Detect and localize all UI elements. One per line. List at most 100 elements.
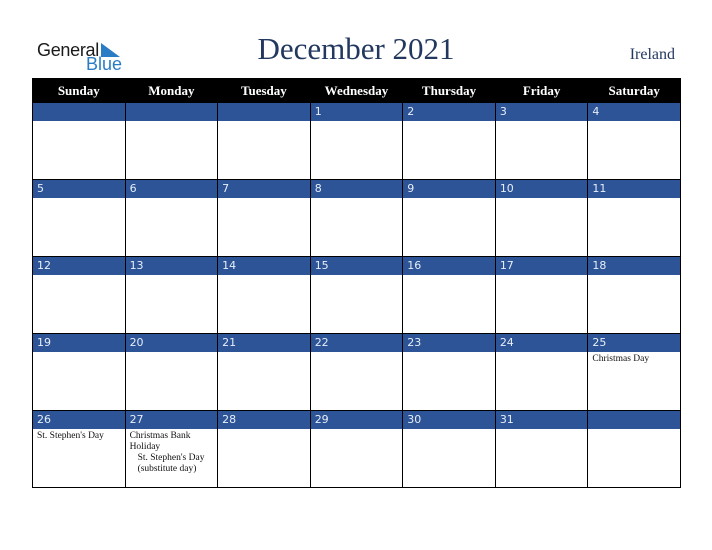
day-cell[interactable]: 18 bbox=[587, 256, 681, 334]
day-cell[interactable]: 25 Christmas Day bbox=[587, 333, 681, 411]
holiday-label bbox=[126, 121, 218, 123]
day-cell[interactable] bbox=[32, 102, 126, 180]
week-row: 26 St. Stephen's Day 27 Christmas Bank Holi… bbox=[32, 410, 681, 488]
day-cell[interactable]: 5 bbox=[32, 179, 126, 257]
day-number: 8 bbox=[310, 180, 403, 198]
weekday-header: Tuesday bbox=[217, 78, 311, 103]
week-row: 19 20 21 22 23 24 25 Christmas Day bbox=[32, 333, 681, 411]
day-cell[interactable]: 10 bbox=[494, 179, 589, 257]
holiday-label: Christmas Day bbox=[588, 352, 680, 365]
weekday-header: Wednesday bbox=[309, 78, 404, 103]
day-number: 31 bbox=[495, 411, 588, 429]
day-number: 7 bbox=[218, 180, 310, 198]
day-cell[interactable]: 20 bbox=[124, 333, 219, 411]
day-number: 20 bbox=[125, 334, 218, 352]
holiday-label bbox=[218, 352, 310, 354]
day-cell[interactable]: 4 bbox=[587, 102, 681, 180]
holiday-label bbox=[403, 275, 495, 277]
day-number: 29 bbox=[310, 411, 403, 429]
holiday-label bbox=[403, 429, 495, 431]
day-cell[interactable]: 30 bbox=[402, 410, 496, 488]
day-cell[interactable]: 15 bbox=[309, 256, 404, 334]
day-cell[interactable]: 17 bbox=[494, 256, 589, 334]
holiday-label bbox=[403, 121, 495, 123]
holiday-label bbox=[33, 352, 125, 354]
holiday-label bbox=[588, 275, 680, 277]
holiday-label bbox=[311, 198, 403, 200]
day-number: 5 bbox=[33, 180, 125, 198]
day-cell[interactable] bbox=[124, 102, 219, 180]
day-number: 4 bbox=[588, 103, 680, 121]
week-row: 1234 bbox=[32, 102, 681, 180]
day-cell[interactable]: 13 bbox=[124, 256, 219, 334]
day-number: 6 bbox=[125, 180, 218, 198]
holiday-label bbox=[33, 275, 125, 277]
calendar-title: December 2021 bbox=[257, 31, 455, 66]
day-number bbox=[218, 103, 310, 121]
day-cell[interactable]: 3 bbox=[494, 102, 589, 180]
day-cell[interactable]: 8 bbox=[309, 179, 404, 257]
holiday-label bbox=[588, 121, 680, 123]
day-cell[interactable]: 23 bbox=[402, 333, 496, 411]
holiday-label bbox=[126, 352, 218, 354]
day-number bbox=[125, 103, 218, 121]
day-cell[interactable]: 11 bbox=[587, 179, 681, 257]
day-cell[interactable]: 19 bbox=[32, 333, 126, 411]
holiday-label bbox=[496, 198, 588, 200]
day-number: 15 bbox=[310, 257, 403, 275]
day-cell[interactable]: 12 bbox=[32, 256, 126, 334]
holiday-label bbox=[33, 198, 125, 200]
day-cell[interactable]: 28 bbox=[217, 410, 311, 488]
holiday-label bbox=[496, 121, 588, 123]
holiday-label bbox=[588, 198, 680, 200]
holiday-name: St. Stephen's Day bbox=[37, 431, 104, 441]
day-cell[interactable]: 14 bbox=[217, 256, 311, 334]
holiday-label bbox=[496, 275, 588, 277]
day-number: 18 bbox=[588, 257, 680, 275]
holiday-label bbox=[218, 121, 310, 123]
day-cell[interactable] bbox=[217, 102, 311, 180]
week-row: 12 13 14 15 16 17 18 bbox=[32, 256, 681, 334]
day-number: 3 bbox=[495, 103, 588, 121]
day-cell[interactable]: 6 bbox=[124, 179, 219, 257]
day-number: 14 bbox=[218, 257, 310, 275]
holiday-label bbox=[33, 121, 125, 123]
day-cell[interactable]: 7 bbox=[217, 179, 311, 257]
holiday-label bbox=[496, 352, 588, 354]
calendar-grid: Sunday Monday Tuesday Wednesday Thursday… bbox=[32, 78, 681, 488]
day-cell[interactable] bbox=[587, 410, 681, 488]
holiday-label bbox=[588, 429, 680, 431]
day-cell[interactable]: 29 bbox=[309, 410, 404, 488]
day-number: 21 bbox=[218, 334, 310, 352]
holiday-label bbox=[126, 198, 218, 200]
country-label: Ireland bbox=[629, 46, 675, 63]
weekday-header: Friday bbox=[494, 78, 589, 103]
day-cell[interactable]: 21 bbox=[217, 333, 311, 411]
holiday-label bbox=[496, 429, 588, 431]
day-cell[interactable]: 2 bbox=[402, 102, 496, 180]
day-number: 2 bbox=[403, 103, 495, 121]
day-cell[interactable]: 24 bbox=[494, 333, 589, 411]
day-cell[interactable]: 22 bbox=[309, 333, 404, 411]
holiday-name-secondary: St. Stephen's Day (substitute day) bbox=[137, 453, 205, 474]
day-number: 19 bbox=[33, 334, 125, 352]
holiday-label bbox=[311, 352, 403, 354]
day-cell[interactable]: 27 Christmas Bank Holiday St. Stephen's Da… bbox=[124, 410, 219, 488]
weekday-header: Monday bbox=[124, 78, 219, 103]
day-cell[interactable]: 31 bbox=[494, 410, 589, 488]
day-cell[interactable]: 1 bbox=[309, 102, 404, 180]
day-cell[interactable]: 26 St. Stephen's Day bbox=[32, 410, 126, 488]
weekday-header: Sunday bbox=[32, 78, 126, 103]
day-number: 26 bbox=[33, 411, 125, 429]
day-number: 11 bbox=[588, 180, 680, 198]
holiday-name: Christmas Bank Holiday bbox=[129, 431, 191, 452]
holiday-label bbox=[403, 198, 495, 200]
holiday-label bbox=[218, 429, 310, 431]
day-number: 13 bbox=[125, 257, 218, 275]
day-cell[interactable]: 9 bbox=[402, 179, 496, 257]
day-cell[interactable]: 16 bbox=[402, 256, 496, 334]
week-row: 5 6 7 8 9 10 11 bbox=[32, 179, 681, 257]
weekday-header: Thursday bbox=[402, 78, 496, 103]
day-number: 1 bbox=[310, 103, 403, 121]
holiday-label bbox=[311, 429, 403, 431]
